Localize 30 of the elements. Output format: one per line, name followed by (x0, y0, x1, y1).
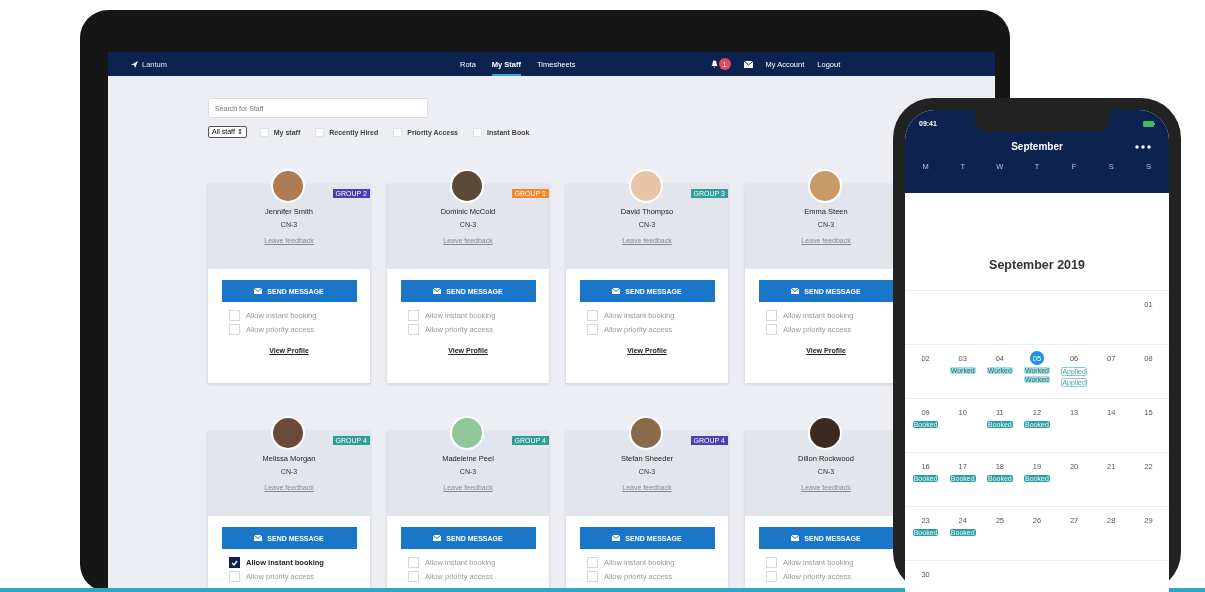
checkmark-icon (231, 559, 238, 566)
mail-icon (433, 288, 442, 294)
filter-checkbox[interactable] (315, 127, 325, 137)
avatar-placeholder (271, 416, 305, 450)
calendar-title: September (1011, 141, 1063, 152)
logo-icon (130, 59, 139, 69)
mail-icon (254, 288, 263, 294)
avatar-placeholder (450, 416, 484, 450)
notification-badge: 1 (718, 58, 731, 70)
mail-icon (743, 60, 753, 68)
avatar-placeholder (808, 169, 842, 203)
checkbox[interactable] (229, 557, 240, 568)
month-title: September 2019 (905, 193, 1169, 291)
mail-icon (612, 535, 621, 541)
filter-checkbox[interactable] (393, 127, 403, 137)
more-icon (1135, 145, 1151, 149)
avatar-placeholder (629, 169, 663, 203)
mail-icon (791, 288, 800, 294)
mail-icon (433, 535, 442, 541)
mail-icon (612, 288, 621, 294)
bell-icon (710, 60, 718, 68)
battery-icon (1143, 120, 1155, 127)
avatar-placeholder (271, 169, 305, 203)
avatar-placeholder (450, 169, 484, 203)
avatar-placeholder (808, 416, 842, 450)
avatar-placeholder (629, 416, 663, 450)
filter-checkbox[interactable] (473, 127, 482, 137)
filter-checkbox[interactable] (259, 127, 269, 137)
mail-icon (791, 535, 800, 541)
mail-icon (254, 535, 263, 541)
